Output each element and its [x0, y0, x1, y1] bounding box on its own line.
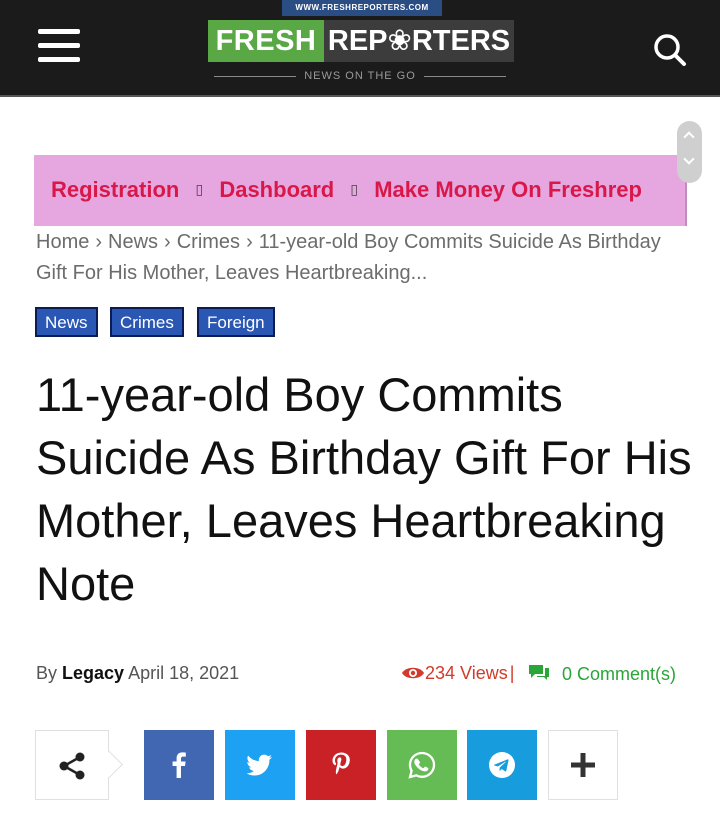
- twitter-icon: [247, 754, 272, 776]
- nav-item-registration[interactable]: Registration: [51, 177, 179, 202]
- chevron-up-icon: [683, 131, 695, 143]
- share-button[interactable]: [35, 730, 109, 800]
- tag-foreign-news[interactable]: Foreign News: [197, 307, 275, 360]
- more-share-button[interactable]: [548, 730, 618, 800]
- site-header: WWW.FRESHREPORTERS.COM FRESH REP❀RTERS N…: [0, 0, 720, 97]
- breadcrumb-home[interactable]: Home: [36, 231, 89, 253]
- plus-icon: [571, 753, 595, 777]
- pinterest-share-button[interactable]: [306, 730, 376, 800]
- pinterest-icon: [332, 752, 350, 775]
- breadcrumb-crimes[interactable]: Crimes: [177, 231, 240, 253]
- breadcrumb-news[interactable]: News: [108, 231, 158, 253]
- facebook-share-button[interactable]: [144, 730, 214, 800]
- telegram-share-button[interactable]: [467, 730, 537, 800]
- tag-news[interactable]: News: [35, 307, 98, 337]
- nav-separator: ▯: [195, 181, 204, 197]
- tag-crimes[interactable]: Crimes: [110, 307, 184, 337]
- hamburger-menu-icon[interactable]: [38, 29, 80, 63]
- logo-reporters: REP❀RTERS: [324, 20, 514, 62]
- breadcrumb-arrow: ›: [95, 231, 103, 253]
- comment-count[interactable]: 0 Comment(s): [527, 663, 676, 685]
- comments-text: 0 Comment(s): [562, 664, 677, 684]
- byline-prefix: By: [36, 663, 58, 683]
- author-name[interactable]: Legacy: [62, 663, 124, 683]
- whatsapp-share-button[interactable]: [387, 730, 457, 800]
- logo-tagline: NEWS ON THE GO: [206, 66, 514, 86]
- nav-separator: ▯: [350, 181, 359, 197]
- breadcrumb-arrow: ›: [164, 231, 171, 253]
- logo-fresh: FRESH: [208, 20, 324, 62]
- comments-icon: [529, 665, 549, 680]
- breadcrumb: Home › News › Crimes › 11-year-old Boy Commits…: [36, 227, 676, 289]
- breadcrumb-arrow: ›: [246, 231, 253, 253]
- telegram-icon: [489, 752, 515, 778]
- facebook-icon: [172, 752, 186, 778]
- scrollbar-thumb[interactable]: [677, 121, 702, 183]
- whatsapp-icon: [408, 751, 436, 779]
- logo-url: WWW.FRESHREPORTERS.COM: [282, 0, 442, 16]
- site-logo[interactable]: WWW.FRESHREPORTERS.COM FRESH REP❀RTERS N…: [206, 0, 514, 92]
- chevron-down-icon: [683, 153, 695, 165]
- share-icon: [59, 752, 85, 780]
- views-text: 234 Views: [425, 663, 508, 683]
- top-nav-bar: Registration ▯ Dashboard ▯ Make Money On…: [34, 155, 687, 226]
- nav-item-dashboard[interactable]: Dashboard: [219, 177, 334, 202]
- search-icon[interactable]: [651, 31, 689, 69]
- view-count: 234 Views |: [401, 663, 516, 684]
- eye-icon: [402, 667, 424, 679]
- article-meta: By Legacy April 18, 2021: [36, 663, 239, 684]
- nav-item-make-money[interactable]: Make Money On Freshrep: [374, 177, 642, 202]
- meta-separator: |: [509, 663, 515, 683]
- article-title: 11-year-old Boy Commits Suicide As Birth…: [36, 368, 692, 610]
- twitter-share-button[interactable]: [225, 730, 295, 800]
- publish-date: April 18, 2021: [128, 663, 240, 683]
